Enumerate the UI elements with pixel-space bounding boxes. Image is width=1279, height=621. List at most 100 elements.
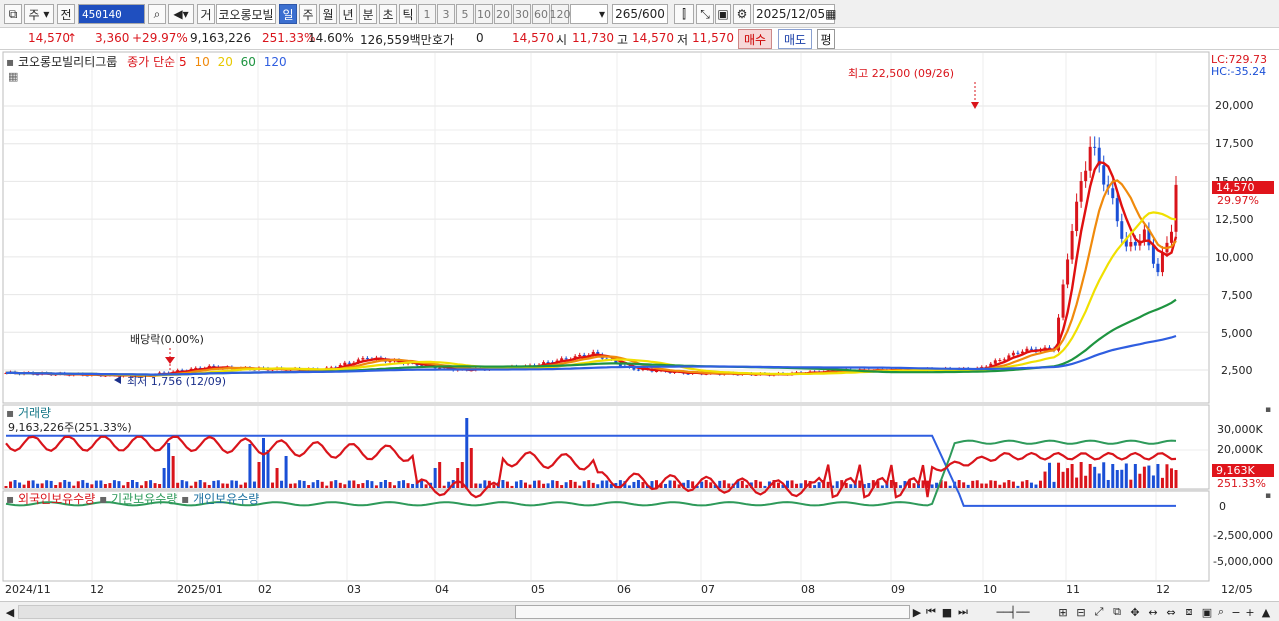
- hoga-price: 14,570: [512, 31, 554, 45]
- search-icon[interactable]: ⌕: [148, 4, 166, 24]
- volume-bar: [121, 485, 125, 488]
- volume-bar: [930, 484, 934, 488]
- ma-label[interactable]: 종가 단순: [127, 55, 175, 69]
- fit-icon[interactable]: ↔: [1145, 605, 1161, 619]
- volume-close-icon[interactable]: ▪: [1265, 405, 1271, 415]
- period-second[interactable]: 초: [379, 4, 397, 24]
- interval-10[interactable]: 10: [475, 4, 493, 24]
- trade-button[interactable]: 거: [197, 4, 215, 24]
- volume-bar: [668, 480, 672, 488]
- sell-button[interactable]: 매도: [778, 29, 812, 49]
- stop-icon[interactable]: ■: [941, 605, 953, 619]
- expand-icon[interactable]: ⇔: [1163, 605, 1179, 619]
- ma10-label[interactable]: 10: [194, 55, 209, 69]
- zoom-icon[interactable]: ⌕: [1214, 605, 1228, 619]
- eval-button[interactable]: 평: [817, 29, 835, 49]
- magnet-icon[interactable]: ⧈: [1181, 605, 1197, 619]
- stock-title[interactable]: 코오롱모빌리티그룹: [18, 55, 117, 69]
- interval-60[interactable]: 60: [532, 4, 550, 24]
- interval-3[interactable]: 3: [437, 4, 455, 24]
- holding-panel-icon: ▪: [6, 492, 15, 506]
- period-week[interactable]: 주: [299, 4, 317, 24]
- window-icon[interactable]: ⧉: [4, 4, 22, 24]
- interval-5[interactable]: 5: [456, 4, 474, 24]
- volume-bar: [564, 482, 568, 488]
- volume-bar: [596, 484, 600, 488]
- scroll-thumb[interactable]: [515, 605, 910, 619]
- period-year[interactable]: 년: [339, 4, 357, 24]
- volume-bar: [171, 456, 175, 488]
- forward-icon[interactable]: ⏭: [957, 605, 969, 619]
- x-label-05: 05: [531, 583, 545, 596]
- x-label-04: 04: [435, 583, 449, 596]
- volume-bar: [230, 480, 234, 488]
- ma5-label[interactable]: 5: [179, 55, 187, 69]
- interval-1[interactable]: 1: [418, 4, 436, 24]
- volume-bar: [641, 482, 645, 488]
- y-tick-17500: 17,500: [1215, 137, 1254, 150]
- institution-holding-label[interactable]: 기관보유수량: [111, 492, 177, 506]
- volume-bar: [587, 480, 591, 488]
- pan-icon[interactable]: ✥: [1127, 605, 1143, 619]
- window-icon-2[interactable]: ▣: [1199, 605, 1215, 619]
- period-tick[interactable]: 틱: [399, 4, 417, 24]
- volume-bar: [63, 480, 67, 488]
- candle-body: [1070, 231, 1074, 260]
- individual-holding-label[interactable]: 개인보유수량: [193, 492, 259, 506]
- current-price-tag: 14,570: [1212, 181, 1274, 194]
- ma60-label[interactable]: 60: [241, 55, 256, 69]
- volume-bar: [379, 481, 383, 488]
- draw-icon[interactable]: ⤡: [696, 4, 714, 24]
- triangle-icon[interactable]: ▲: [1258, 605, 1274, 619]
- crosshair-icon[interactable]: ⤢: [1091, 605, 1107, 619]
- volume-bar: [664, 483, 668, 488]
- volume-bar: [1061, 471, 1065, 488]
- period-minute[interactable]: 분: [359, 4, 377, 24]
- volume-bar: [1138, 473, 1142, 488]
- period-month[interactable]: 월: [319, 4, 337, 24]
- volume-bar: [370, 481, 374, 488]
- date-field[interactable]: 2025/12/05 ▦: [753, 4, 837, 24]
- scroll-left-icon[interactable]: ◀: [4, 605, 16, 619]
- volume-title[interactable]: 거래량: [18, 406, 51, 420]
- ma120-label[interactable]: 120: [264, 55, 287, 69]
- rewind-icon[interactable]: ⏮: [925, 605, 937, 619]
- stock-code-input[interactable]: 450140: [78, 4, 145, 24]
- foreign-holding-label[interactable]: 외국인보유수량: [18, 492, 95, 506]
- ma20-label[interactable]: 20: [218, 55, 233, 69]
- zoom-slider[interactable]: ──┤──: [978, 605, 1048, 619]
- interval-20[interactable]: 20: [494, 4, 512, 24]
- volume-bar: [677, 484, 681, 488]
- chart-area[interactable]: ▪ 코오롱모빌리티그룹 종가 단순 5 10 20 60 120 ▦ LC:72…: [0, 50, 1279, 601]
- holding-close-icon[interactable]: ▪: [1265, 491, 1271, 501]
- stock-name-field[interactable]: 코오롱모빌: [216, 4, 276, 24]
- candle-icon[interactable]: ⫿: [674, 4, 694, 24]
- interval-30[interactable]: 30: [513, 4, 531, 24]
- volume-bar: [442, 485, 446, 488]
- volume-bar: [1151, 475, 1155, 488]
- volume-bar: [519, 480, 523, 488]
- copy-icon[interactable]: ⧉: [1109, 605, 1125, 619]
- x-label-11: 11: [1066, 583, 1080, 596]
- candle-body: [1075, 201, 1079, 232]
- layout-icon[interactable]: ⊞: [1055, 605, 1071, 619]
- interval-120[interactable]: 120: [550, 4, 571, 24]
- period-day[interactable]: 일: [279, 4, 297, 24]
- save-icon[interactable]: ▣: [715, 4, 731, 24]
- all-button[interactable]: 전: [57, 4, 75, 24]
- volume-bar: [474, 483, 478, 488]
- count-field[interactable]: 265/600: [612, 4, 668, 24]
- buy-button[interactable]: 매수: [738, 29, 772, 49]
- volume-bar: [912, 483, 916, 488]
- zoom-out-icon[interactable]: −: [1230, 605, 1242, 619]
- speaker-icon[interactable]: ◀▾: [168, 4, 194, 24]
- interval-dropdown[interactable]: ▾: [570, 4, 608, 24]
- type-select[interactable]: 주 ▾: [24, 4, 54, 24]
- zoom-in-icon[interactable]: +: [1244, 605, 1256, 619]
- volume-bar: [555, 480, 559, 488]
- gear-icon[interactable]: ⚙: [733, 4, 751, 24]
- scroll-right-icon[interactable]: ▶: [911, 605, 923, 619]
- table-icon[interactable]: ▦: [8, 70, 18, 83]
- grid-icon[interactable]: ⊟: [1073, 605, 1089, 619]
- volume-bar: [212, 480, 216, 488]
